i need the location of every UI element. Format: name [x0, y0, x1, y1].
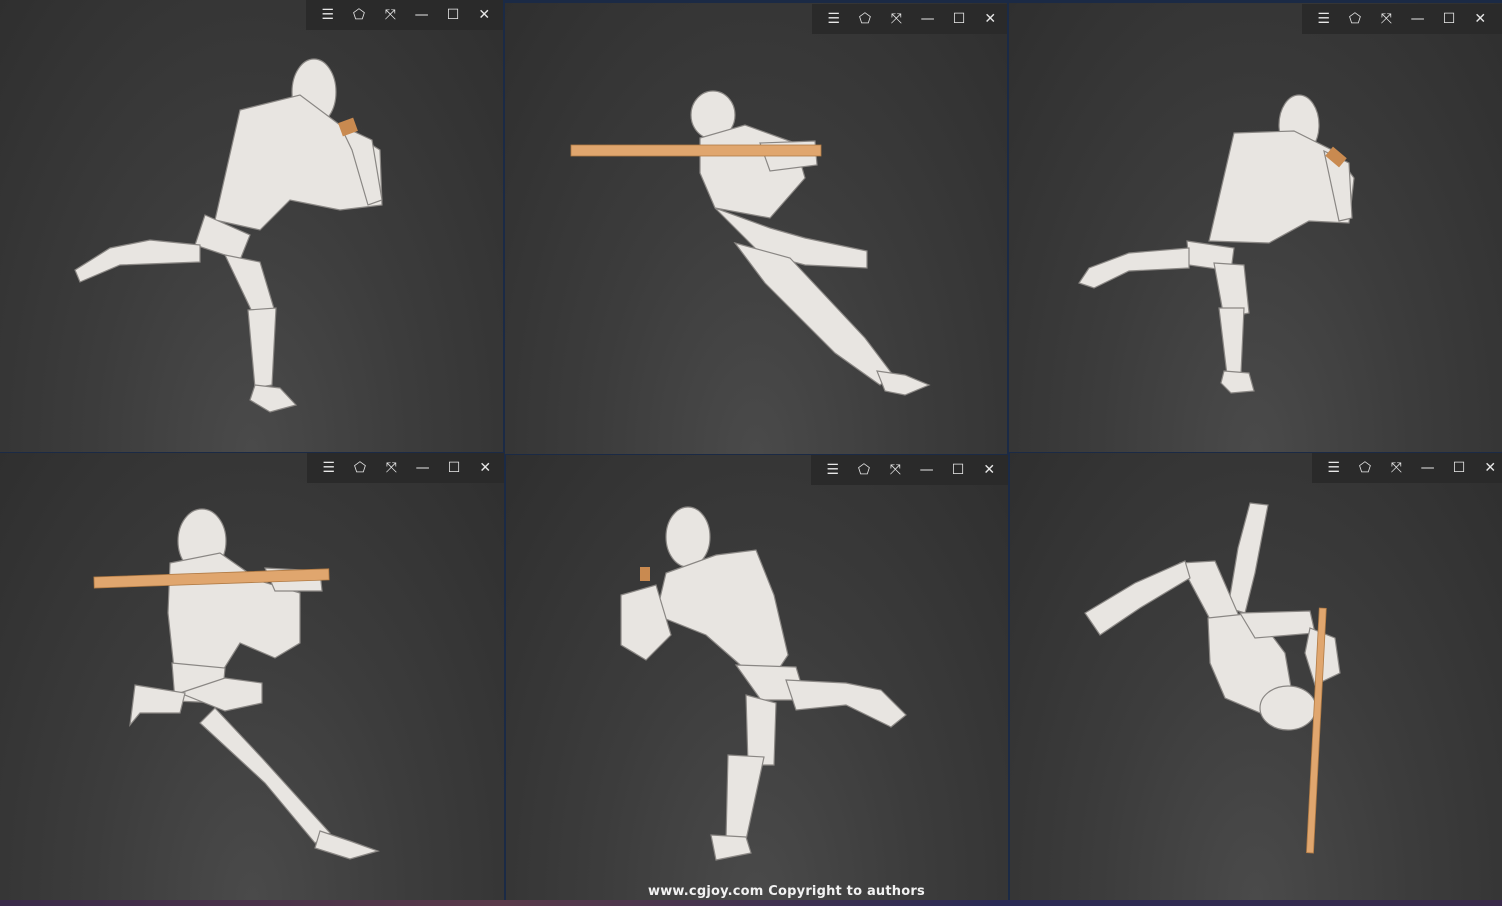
maximize-icon[interactable]: ☐: [442, 4, 464, 26]
fullscreen-icon[interactable]: ⤧: [380, 457, 402, 479]
mannequin-figure-6: [1084, 502, 1341, 854]
mannequin-figure-1: [74, 58, 383, 413]
viewport-toolbar: ☰ ⬠ ⤧ — ☐ ✕: [1312, 453, 1502, 483]
minimize-icon[interactable]: —: [411, 4, 433, 26]
menu-icon[interactable]: ☰: [1313, 8, 1335, 30]
viewport-toolbar: ☰ ⬠ ⤧ — ☐ ✕: [307, 453, 504, 483]
watermark-text: www.cgjoy.com Copyright to authors: [648, 884, 925, 899]
fullscreen-icon[interactable]: ⤧: [885, 8, 907, 30]
fullscreen-icon[interactable]: ⤧: [884, 459, 906, 481]
close-icon[interactable]: ✕: [1479, 457, 1501, 479]
minimize-icon[interactable]: —: [412, 457, 434, 479]
menu-icon[interactable]: ☰: [317, 4, 339, 26]
fullscreen-icon[interactable]: ⤧: [379, 4, 401, 26]
shirt-icon[interactable]: ⬠: [854, 8, 876, 30]
minimize-icon[interactable]: —: [917, 8, 939, 30]
viewport-toolbar: ☰ ⬠ ⤧ — ☐ ✕: [1302, 4, 1502, 34]
viewport-toolbar: ☰ ⬠ ⤧ — ☐ ✕: [812, 4, 1007, 34]
viewport-1[interactable]: ☰ ⬠ ⤧ — ☐ ✕: [0, 0, 503, 452]
close-icon[interactable]: ✕: [474, 457, 496, 479]
close-icon[interactable]: ✕: [473, 4, 495, 26]
close-icon[interactable]: ✕: [979, 8, 1001, 30]
shirt-icon[interactable]: ⬠: [348, 4, 370, 26]
menu-icon[interactable]: ☰: [822, 459, 844, 481]
minimize-icon[interactable]: —: [1407, 8, 1429, 30]
shirt-icon[interactable]: ⬠: [1344, 8, 1366, 30]
desktop-strip: [0, 900, 1502, 906]
mannequin-figure-5: [620, 506, 907, 861]
viewport-2[interactable]: ☰ ⬠ ⤧ — ☐ ✕: [505, 3, 1007, 454]
fullscreen-icon[interactable]: ⤧: [1375, 8, 1397, 30]
shirt-icon[interactable]: ⬠: [1354, 457, 1376, 479]
shirt-icon[interactable]: ⬠: [349, 457, 371, 479]
close-icon[interactable]: ✕: [1469, 8, 1491, 30]
viewport-toolbar: ☰ ⬠ ⤧ — ☐ ✕: [306, 0, 503, 30]
fullscreen-icon[interactable]: ⤧: [1385, 457, 1407, 479]
mannequin-figure-4: [93, 508, 380, 860]
menu-icon[interactable]: ☰: [318, 457, 340, 479]
mannequin-figure-3: [1078, 94, 1355, 394]
maximize-icon[interactable]: ☐: [947, 459, 969, 481]
viewport-toolbar: ☰ ⬠ ⤧ — ☐ ✕: [811, 455, 1008, 485]
viewport-3[interactable]: ☰ ⬠ ⤧ — ☐ ✕: [1009, 3, 1502, 452]
mannequin-figure-2: [570, 90, 931, 396]
maximize-icon[interactable]: ☐: [1448, 457, 1470, 479]
menu-icon[interactable]: ☰: [1323, 457, 1345, 479]
maximize-icon[interactable]: ☐: [1438, 8, 1460, 30]
menu-icon[interactable]: ☰: [823, 8, 845, 30]
shirt-icon[interactable]: ⬠: [853, 459, 875, 481]
maximize-icon[interactable]: ☐: [443, 457, 465, 479]
minimize-icon[interactable]: —: [916, 459, 938, 481]
close-icon[interactable]: ✕: [978, 459, 1000, 481]
minimize-icon[interactable]: —: [1417, 457, 1439, 479]
viewport-5[interactable]: ☰ ⬠ ⤧ — ☐ ✕: [506, 455, 1008, 900]
maximize-icon[interactable]: ☐: [948, 8, 970, 30]
viewport-4[interactable]: ☰ ⬠ ⤧ — ☐ ✕: [0, 453, 504, 900]
viewport-6[interactable]: ☰ ⬠ ⤧ — ☐ ✕: [1010, 453, 1502, 900]
